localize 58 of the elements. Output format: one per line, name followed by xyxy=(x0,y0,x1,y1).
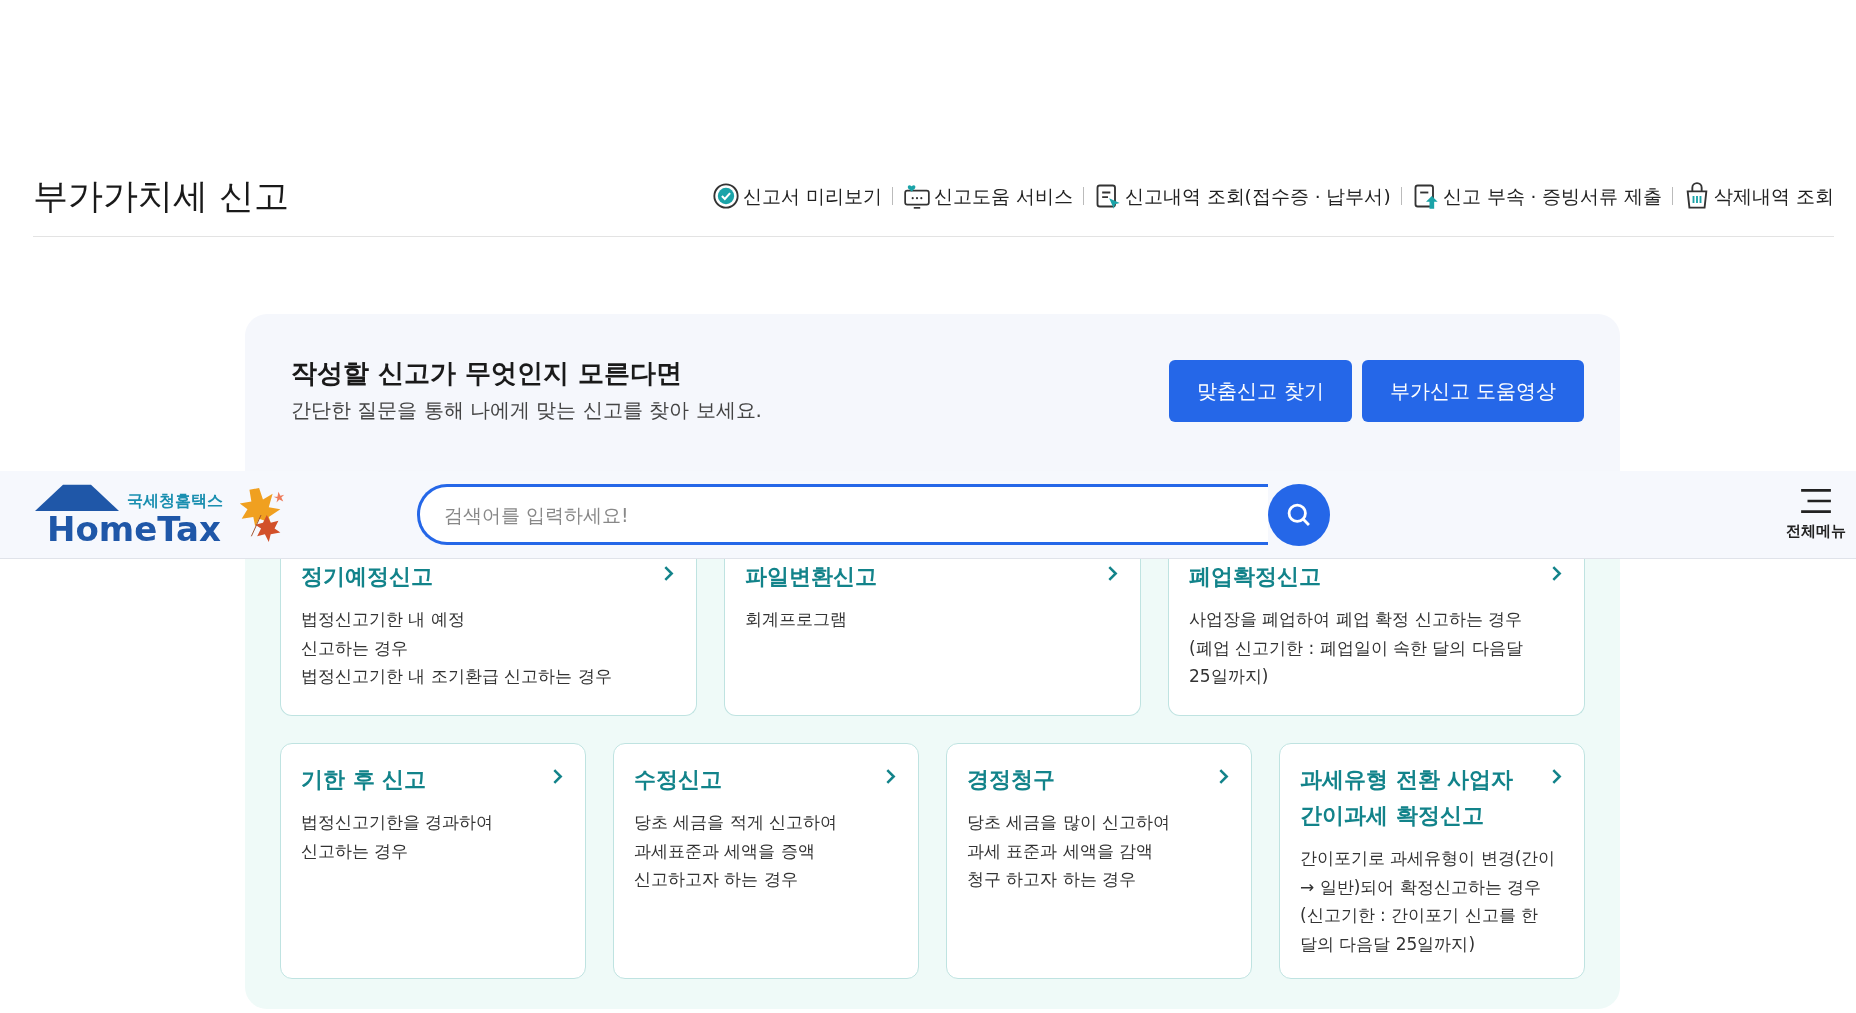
filing-card[interactable]: 폐업확정신고 사업장을 폐업하여 폐업 확정 신고하는 경우 (폐업 신고기한 : 폐업일이 속한 달의 다음달 25일까지) xyxy=(1168,559,1585,716)
card-title: 수정신고 xyxy=(634,766,722,794)
card-title: 파일변환신고 xyxy=(745,563,877,591)
guide-heading: 작성할 신고가 무엇인지 모른다면 xyxy=(291,357,684,390)
card-description: 신고하고자 하는 경우 xyxy=(634,868,799,891)
card-description: 신고하는 경우 xyxy=(301,839,410,863)
chevron-right-icon xyxy=(663,565,674,582)
logo-subtitle: 국세청홈택스 xyxy=(127,490,223,511)
card-description: 신고하는 경우 xyxy=(301,636,410,660)
card-description: 과세표준과 세액을 증액 xyxy=(634,839,816,863)
house-roof-icon xyxy=(33,482,121,511)
card-title: 과세유형 전환 사업자 간이과세 확정신고 xyxy=(1300,766,1515,830)
search-field[interactable]: 검색어를 입력하세요! xyxy=(417,484,1268,545)
logo-title: HomeTax xyxy=(47,510,221,547)
filing-card[interactable]: 과세유형 전환 사업자 간이과세 확정신고 간이포기로 과세유형이 변경(간이 → 일반)되어 확정신고하는 경우 (신고기한 : 간이포기 신고를 한 달의 다음달 25일까지) xyxy=(1279,743,1585,979)
filing-card[interactable]: 파일변환신고 회계프로그램 xyxy=(724,559,1141,716)
guide-button[interactable]: 맞춤신고 찾기 xyxy=(1169,360,1352,422)
filing-card[interactable]: 경정청구 당초 세금을 많이 신고하여 과세 표준과 세액을 감액 청구 하고자 하는 경우 xyxy=(946,743,1252,979)
guide-text: 간단한 질문을 통해 나에게 맞는 신고를 찾아 보세요. xyxy=(291,397,762,424)
chevron-right-icon xyxy=(1551,565,1562,582)
card-description: 과세 표준과 세액을 감액 xyxy=(967,839,1155,863)
card-title: 폐업확정신고 xyxy=(1189,563,1321,591)
guide-button[interactable]: 부가신고 도움영상 xyxy=(1361,360,1584,422)
monitor-heart-icon xyxy=(902,182,931,210)
menu-button[interactable]: 전체메뉴 xyxy=(1786,488,1846,541)
card-description: 당초 세금을 많이 신고하여 xyxy=(967,811,1172,834)
quick-link[interactable]: 신고서 미리보기 xyxy=(711,182,882,210)
card-description: 법정신고기한 내 예정 xyxy=(301,608,466,631)
check-circle-icon xyxy=(711,182,740,210)
card-description: 간이포기로 과세유형이 변경(간이 xyxy=(1300,847,1557,870)
filing-card[interactable]: 수정신고 당초 세금을 적게 신고하여 과세표준과 세액을 증액 신고하고자 하는 경우 xyxy=(613,743,919,979)
quick-link[interactable]: 신고 부속 · 증빙서류 제출 xyxy=(1411,182,1663,210)
chevron-right-icon xyxy=(1218,768,1229,785)
quick-link[interactable]: 삭제내역 조회 xyxy=(1683,182,1834,210)
menu-icon xyxy=(1799,488,1833,514)
card-title: 기한 후 신고 xyxy=(301,766,427,794)
chevron-right-icon xyxy=(1107,565,1118,582)
card-description: 법정신고기한 내 조기환급 신고하는 경우 xyxy=(301,665,613,688)
card-description: → 일반)되어 확정신고하는 경우 xyxy=(1300,875,1543,899)
chevron-right-icon xyxy=(1551,768,1562,785)
card-description: 25일까지) xyxy=(1189,665,1270,688)
page-title: 부가가치세 신고 xyxy=(33,174,290,218)
card-description: 청구 하고자 하는 경우 xyxy=(967,868,1138,891)
card-description: 당초 세금을 적게 신고하여 xyxy=(634,811,839,834)
quick-link[interactable]: 신고내역 조회(접수증 · 납부서) xyxy=(1093,182,1391,210)
card-description: 회계프로그램 xyxy=(745,608,848,631)
card-description: 법정신고기한을 경과하여 xyxy=(301,811,495,834)
filing-card[interactable]: 기한 후 신고 법정신고기한을 경과하여 신고하는 경우 xyxy=(280,743,586,979)
card-description: (폐업 신고기한 : 폐업일이 속한 달의 다음달 xyxy=(1189,636,1524,660)
card-title: 경정청구 xyxy=(967,766,1055,794)
filing-card[interactable]: 정기예정신고 법정신고기한 내 예정 신고하는 경우 법정신고기한 내 조기환급 신고하는 경우 xyxy=(280,559,697,716)
chevron-right-icon xyxy=(885,768,896,785)
chevron-right-icon xyxy=(552,768,563,785)
card-title: 정기예정신고 xyxy=(301,563,433,591)
card-description: 사업장을 폐업하여 폐업 확정 신고하는 경우 xyxy=(1189,608,1524,631)
card-description: (신고기한 : 간이포기 신고를 한 xyxy=(1300,904,1539,927)
quick-link[interactable]: 신고도움 서비스 xyxy=(902,182,1073,210)
card-description: 달의 다음달 25일까지) xyxy=(1300,932,1477,956)
